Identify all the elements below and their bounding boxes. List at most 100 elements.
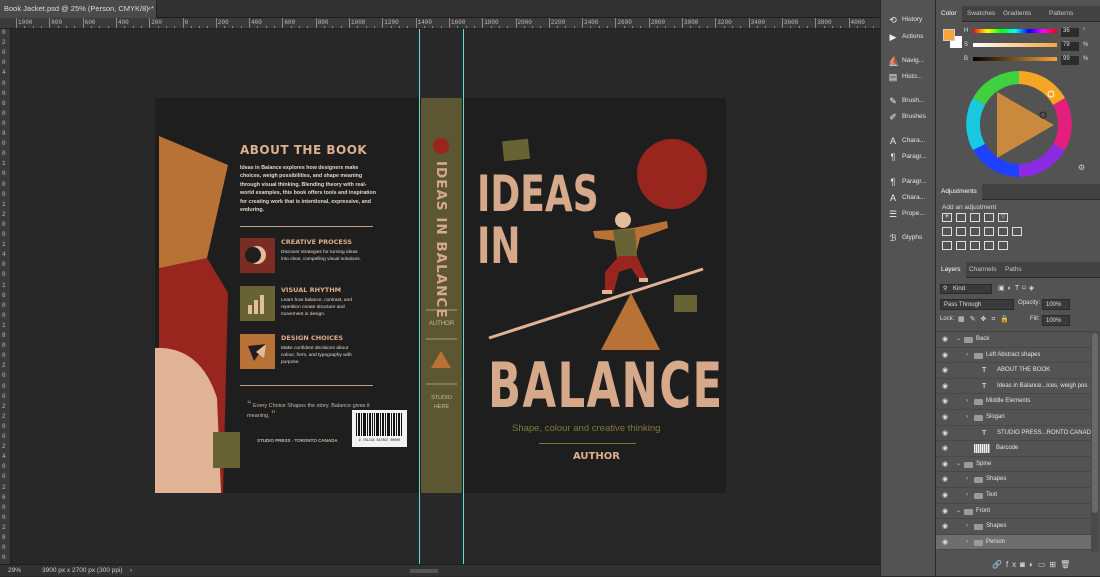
layer-row[interactable]: ◉ › Person	[936, 534, 1091, 551]
chevron-right-icon[interactable]: ›	[966, 394, 968, 409]
eye-icon[interactable]: ◉	[942, 504, 948, 519]
gradient-map-icon[interactable]	[984, 241, 994, 250]
eye-icon[interactable]: ◉	[942, 426, 948, 441]
eye-icon[interactable]: ◉	[942, 457, 948, 472]
eye-icon[interactable]: ◉	[942, 332, 948, 347]
tab-layers[interactable]: Layers	[936, 262, 966, 278]
character-panel-button[interactable]: A Chara...	[885, 134, 935, 148]
tab-paths[interactable]: Paths	[1000, 262, 1027, 278]
brightness-contrast-icon[interactable]: ☀	[942, 213, 952, 222]
close-icon[interactable]: ×	[147, 0, 151, 18]
chevron-right-icon[interactable]: ›	[966, 472, 968, 487]
color-panel-settings-icon[interactable]: ⚙	[1078, 163, 1085, 172]
vertical-ruler[interactable]: 0 2 0 0 4 0 0 6 0 0 8 0 0 1 0 0 0 1 2 0 0 1 4 0 0 1 6 0 0 1 8 0 0 2 0 0 0 2 2 0…	[0, 29, 11, 564]
eye-icon[interactable]: ◉	[942, 379, 948, 394]
glyphs-panel-button[interactable]: ℬ Glyphs	[885, 231, 935, 245]
brushes-panel-button[interactable]: ✐ Brushes	[885, 110, 935, 124]
layers-list[interactable]: ◉ ⌄ Back ◉ › Left Abstract shapes ◉ T ABOUT THE …	[936, 331, 1095, 552]
levels-icon[interactable]	[956, 213, 966, 222]
layer-filter-icons[interactable]: ▣◐T⌑◈	[998, 284, 1078, 294]
vibrance-icon[interactable]: ▽	[998, 213, 1008, 222]
fill-input[interactable]: 100%	[1042, 315, 1070, 326]
chevron-down-icon[interactable]: ⌄	[956, 332, 961, 347]
paragraph-panel-button[interactable]: ¶ Paragr...	[885, 150, 935, 164]
status-menu-arrow[interactable]: ›	[130, 565, 132, 577]
layer-row[interactable]: ◉ › Left Abstract shapes	[936, 348, 1091, 364]
saturation-value[interactable]: 79	[1061, 42, 1079, 51]
layer-row[interactable]: ◉ Barcode	[936, 441, 1091, 457]
foreground-color-swatch[interactable]	[943, 29, 955, 41]
photo-filter-icon[interactable]	[984, 227, 994, 236]
eye-icon[interactable]: ◉	[942, 535, 948, 550]
spine[interactable]: IDEAS IN BALANCE AUTHOR STUDIO HERE	[421, 98, 462, 493]
tab-swatches[interactable]: Swatches	[962, 6, 1000, 22]
layer-row[interactable]: ◉ T ABOUT THE BOOK	[936, 363, 1091, 379]
color-wheel[interactable]	[965, 70, 1073, 178]
layer-row[interactable]: ◉ › Middle Elements	[936, 394, 1091, 410]
layer-row[interactable]: ◉ ⌄ Spine	[936, 457, 1091, 473]
layer-row[interactable]: ◉ › Text	[936, 488, 1091, 504]
threshold-icon[interactable]	[970, 241, 980, 250]
chevron-right-icon[interactable]: ›	[966, 488, 968, 503]
layers-scrollbar[interactable]	[1091, 331, 1099, 552]
lock-icons[interactable]: ▦✎✥⌗🔒	[958, 315, 1038, 324]
horizontal-ruler[interactable]: 1000 800 600 400 200 0 200 400 600 800 1000 1200 140…	[0, 18, 880, 29]
layer-row[interactable]: ◉ T Ideas in Balance...ices, weigh pos	[936, 379, 1091, 395]
layer-filter-kind[interactable]: ⚲ Kind	[940, 284, 992, 294]
eye-icon[interactable]: ◉	[942, 410, 948, 425]
eye-icon[interactable]: ◉	[942, 441, 948, 456]
layer-row[interactable]: ◉ › Shapes	[936, 472, 1091, 488]
horizontal-scrollbar[interactable]	[410, 569, 438, 573]
chevron-right-icon[interactable]: ›	[966, 348, 968, 363]
character-styles-panel-button[interactable]: A Chara...	[885, 191, 935, 205]
zoom-level[interactable]: 29%	[8, 565, 21, 577]
paragraph-styles-panel-button[interactable]: ¶ Paragr...	[885, 175, 935, 189]
spine-guide-left[interactable]	[419, 29, 420, 564]
tab-channels[interactable]: Channels	[964, 262, 1001, 278]
invert-icon[interactable]	[942, 241, 952, 250]
brightness-slider[interactable]	[973, 57, 1057, 61]
curves-icon[interactable]	[970, 213, 980, 222]
brightness-value[interactable]: 99	[1061, 56, 1079, 65]
black-white-icon[interactable]	[970, 227, 980, 236]
hue-value[interactable]: 36	[1061, 28, 1079, 37]
eye-icon[interactable]: ◉	[942, 472, 948, 487]
brush-settings-panel-button[interactable]: ✎ Brush...	[885, 94, 935, 108]
channel-mixer-icon[interactable]	[998, 227, 1008, 236]
hue-saturation-icon[interactable]	[942, 227, 952, 236]
navigator-panel-button[interactable]: ⛵ Navig...	[885, 54, 935, 68]
eye-icon[interactable]: ◉	[942, 348, 948, 363]
histogram-panel-button[interactable]: ▤ Histo...	[885, 70, 935, 84]
posterize-icon[interactable]	[956, 241, 966, 250]
actions-panel-button[interactable]: ▶ Actions	[885, 30, 935, 44]
spine-guide-right[interactable]	[463, 29, 464, 564]
tab-patterns[interactable]: Patterns	[1044, 6, 1078, 22]
blend-mode-select[interactable]: Pass Through	[940, 299, 1014, 310]
properties-panel-button[interactable]: ☰ Prope...	[885, 207, 935, 221]
tab-color[interactable]: Color	[936, 6, 962, 22]
tab-adjustments[interactable]: Adjustments	[936, 184, 982, 200]
layer-row[interactable]: ◉ › Slogan	[936, 410, 1091, 426]
color-balance-icon[interactable]	[956, 227, 966, 236]
chevron-right-icon[interactable]: ›	[966, 535, 968, 550]
color-lookup-icon[interactable]	[1012, 227, 1022, 236]
opacity-input[interactable]: 100%	[1042, 299, 1070, 310]
chevron-down-icon[interactable]: ⌄	[956, 457, 961, 472]
layer-row[interactable]: ◉ T STUDIO PRESS...RONTO CANADA	[936, 426, 1095, 442]
saturation-brightness-triangle[interactable]	[997, 92, 1054, 158]
color-picker-icon[interactable]	[1039, 111, 1047, 119]
eye-icon[interactable]: ◉	[942, 519, 948, 534]
layer-row[interactable]: ◉ ⌄ Back	[936, 332, 1091, 348]
selective-color-icon[interactable]	[998, 241, 1008, 250]
eye-icon[interactable]: ◉	[942, 394, 948, 409]
layer-row[interactable]: ◉ › Shapes	[936, 519, 1091, 535]
eye-icon[interactable]: ◉	[942, 488, 948, 503]
exposure-icon[interactable]	[984, 213, 994, 222]
layers-footer-icons[interactable]: 🔗fx◙◐▭⊞🗑	[992, 560, 1092, 569]
history-panel-button[interactable]: ⟲ History	[885, 13, 935, 27]
chevron-down-icon[interactable]: ⌄	[956, 504, 961, 519]
document-tab[interactable]: Book Jacket.psd @ 25% (Person, CMYK/8) *…	[0, 0, 157, 18]
hue-slider[interactable]	[973, 29, 1057, 33]
saturation-slider[interactable]	[973, 43, 1057, 47]
tab-gradients[interactable]: Gradients	[998, 6, 1036, 22]
